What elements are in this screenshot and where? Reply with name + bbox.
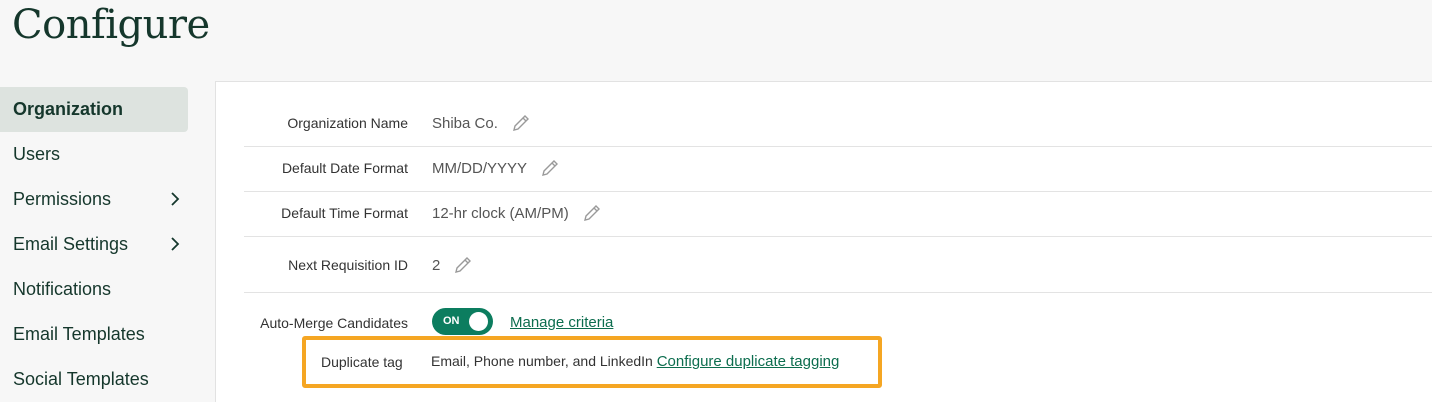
setting-value: 12-hr clock (AM/PM) xyxy=(432,204,569,222)
duplicate-tag-highlight: Duplicate tag Email, Phone number, and L… xyxy=(302,336,882,388)
setting-value: 2 xyxy=(432,256,441,274)
pencil-icon[interactable] xyxy=(539,157,561,179)
auto-merge-toggle[interactable]: ON xyxy=(432,308,493,335)
setting-value: Shiba Co. xyxy=(432,114,498,132)
sidebar-item-label: Organization xyxy=(13,99,124,119)
setting-label: Auto-Merge Candidates xyxy=(260,315,408,331)
page-title: Configure xyxy=(12,2,210,48)
sidebar-item-label: Permissions xyxy=(13,189,112,209)
pencil-icon[interactable] xyxy=(452,254,474,276)
manage-criteria-link[interactable]: Manage criteria xyxy=(510,314,613,331)
sidebar-item-email-settings[interactable]: Email Settings xyxy=(0,222,188,267)
configure-duplicate-tagging-link[interactable]: Configure duplicate tagging xyxy=(657,353,840,370)
setting-row-time-format: Default Time Format 12-hr clock (AM/PM) xyxy=(244,192,1432,237)
toggle-knob xyxy=(469,312,488,331)
sidebar-item-label: Email Templates xyxy=(13,324,145,344)
sidebar-item-label: Users xyxy=(13,144,61,164)
pencil-icon[interactable] xyxy=(581,202,603,224)
sidebar-item-label: Social Templates xyxy=(13,369,149,389)
sidebar-item-social-templates[interactable]: Social Templates xyxy=(0,357,188,402)
sidebar-item-organization[interactable]: Organization xyxy=(0,87,188,132)
setting-row-date-format: Default Date Format MM/DD/YYYY xyxy=(244,147,1432,192)
setting-row-organization-name: Organization Name Shiba Co. xyxy=(244,102,1432,147)
pencil-icon[interactable] xyxy=(510,112,532,134)
setting-row-requisition-id: Next Requisition ID 2 xyxy=(244,237,1432,293)
sidebar-item-notifications[interactable]: Notifications xyxy=(0,267,188,312)
setting-label: Organization Name xyxy=(287,115,408,131)
sidebar: Organization Users Permissions Email Set… xyxy=(0,87,188,402)
setting-label: Duplicate tag xyxy=(321,354,403,370)
setting-value: Email, Phone number, and LinkedIn xyxy=(431,353,653,369)
setting-value: MM/DD/YYYY xyxy=(432,159,528,177)
setting-label: Next Requisition ID xyxy=(288,257,408,273)
setting-label: Default Date Format xyxy=(281,160,408,176)
sidebar-item-label: Email Settings xyxy=(13,234,129,254)
setting-label: Default Time Format xyxy=(281,205,408,221)
toggle-state-text: ON xyxy=(443,315,460,327)
chevron-right-icon xyxy=(171,192,180,206)
chevron-right-icon xyxy=(171,237,180,251)
sidebar-item-label: Notifications xyxy=(13,279,112,299)
sidebar-item-email-templates[interactable]: Email Templates xyxy=(0,312,188,357)
sidebar-item-users[interactable]: Users xyxy=(0,132,188,177)
sidebar-item-permissions[interactable]: Permissions xyxy=(0,177,188,222)
